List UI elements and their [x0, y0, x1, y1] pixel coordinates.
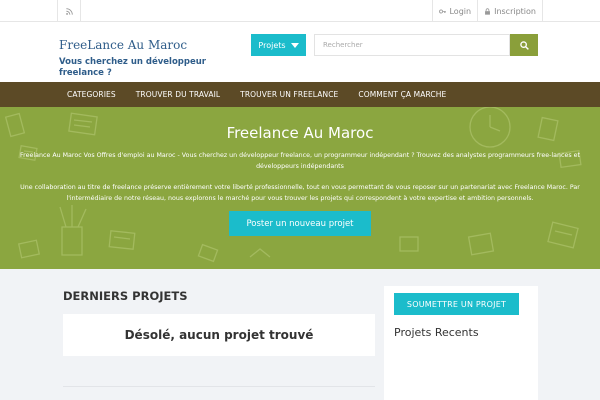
key-icon — [439, 9, 447, 13]
account-links: Login Inscription — [432, 0, 543, 22]
site-header: FreeLance Au Maroc Vous cherchez un déve… — [0, 22, 600, 82]
content-divider — [63, 386, 375, 387]
nav-item-find-freelancer[interactable]: TROUVER UN FREELANCE — [230, 82, 348, 107]
login-label: Login — [449, 6, 472, 16]
nav-item-find-work[interactable]: TROUVER DU TRAVAIL — [126, 82, 230, 107]
hero-banner: Freelance Au Maroc Freelance Au Maroc Vo… — [0, 107, 600, 269]
sidebar: SOUMETTRE UN PROJET Projets Recents — [384, 286, 538, 400]
recent-projects-heading: Projets Recents — [394, 326, 479, 339]
hero-intro-text: Freelance Au Maroc Vos Offres d'emploi a… — [20, 152, 580, 170]
site-tagline: Vous cherchez un développeur freelance ? — [59, 57, 206, 78]
rss-link[interactable] — [57, 0, 81, 22]
hero-title: Freelance Au Maroc — [226, 124, 374, 142]
submit-project-button[interactable]: SOUMETTRE UN PROJET — [394, 293, 519, 315]
site-logo[interactable]: FreeLance Au Maroc — [59, 38, 187, 52]
caret-down-icon — [290, 42, 299, 48]
nav-item-how-it-works[interactable]: COMMENT ÇA MARCHE — [348, 82, 456, 107]
latest-projects-heading: DERNIERS PROJETS — [63, 289, 188, 303]
projects-dropdown-label: Projets — [258, 40, 286, 50]
inscription-link[interactable]: Inscription — [478, 0, 543, 22]
post-project-button[interactable]: Poster un nouveau projet — [229, 211, 371, 236]
search-button[interactable] — [510, 34, 538, 56]
projects-dropdown[interactable]: Projets — [251, 34, 306, 56]
main-nav: CATEGORIES TROUVER DU TRAVAIL TROUVER UN… — [0, 82, 600, 107]
login-link[interactable]: Login — [433, 0, 479, 22]
top-bar: Login Inscription — [0, 0, 600, 22]
nav-item-categories[interactable]: CATEGORIES — [57, 82, 126, 107]
search-icon — [519, 40, 529, 50]
no-projects-message: Désolé, aucun projet trouvé — [63, 314, 375, 356]
hero-collaboration-text: Une collaboration au titre de freelance … — [20, 184, 580, 202]
lock-icon — [485, 7, 491, 15]
rss-icon — [65, 7, 73, 15]
inscription-label: Inscription — [494, 6, 536, 16]
search-input[interactable]: Rechercher — [314, 34, 510, 56]
